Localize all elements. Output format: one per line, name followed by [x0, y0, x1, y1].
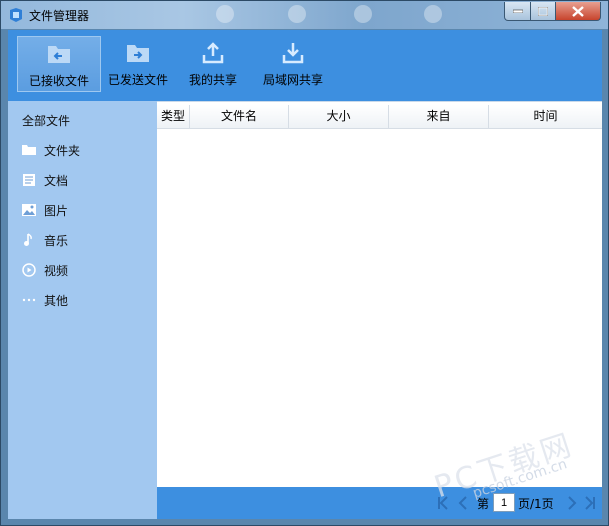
titlebar-decoration: [424, 5, 442, 23]
document-icon: [23, 174, 35, 186]
folder-icon: [22, 145, 36, 155]
close-icon: [572, 5, 584, 17]
titlebar-decoration: [288, 5, 306, 23]
titlebar-decoration: [216, 5, 234, 23]
sidebar-item-folders[interactable]: 文件夹: [22, 140, 80, 160]
maximize-icon: [538, 6, 548, 16]
my-share-button[interactable]: 我的共享: [183, 36, 243, 92]
sidebar-item-all-files[interactable]: 全部文件: [22, 110, 70, 130]
column-header-size[interactable]: 大小: [289, 105, 389, 128]
received-files-button[interactable]: 已接收文件: [17, 36, 101, 92]
download-lan-icon: [282, 43, 304, 64]
maximize-button[interactable]: [530, 2, 556, 21]
music-note-icon: [24, 233, 32, 246]
lan-share-label: 局域网共享: [262, 73, 323, 87]
sidebar-item-label: 文件夹: [44, 143, 81, 158]
sidebar-item-videos[interactable]: 视频: [22, 260, 68, 280]
sent-files-button[interactable]: 已发送文件: [100, 36, 176, 92]
sidebar-item-music[interactable]: 音乐: [22, 230, 68, 250]
column-header-from[interactable]: 来自: [389, 105, 489, 128]
sidebar-item-images[interactable]: 图片: [22, 200, 68, 220]
pager-suffix: 页/1页: [518, 497, 554, 511]
pager-bar: 第 页/1页: [157, 487, 602, 519]
next-page-icon[interactable]: [567, 496, 577, 510]
folder-send-icon: [127, 45, 149, 62]
last-page-icon[interactable]: [585, 496, 595, 510]
file-manager-window: 文件管理器 已接收文件 已发送文件 我的共享 局域网共享 全部文件 文件夹 文档…: [0, 0, 609, 526]
category-sidebar: 全部文件 文件夹 文档 图片 音乐 视频 其他: [8, 101, 157, 519]
column-header-type[interactable]: 类型: [157, 105, 190, 128]
folder-receive-icon: [48, 46, 70, 63]
title-bar[interactable]: 文件管理器: [1, 1, 608, 29]
table-header: 类型 文件名 大小 来自 时间: [157, 105, 602, 129]
close-button[interactable]: [555, 2, 601, 21]
page-number-input[interactable]: [493, 493, 515, 512]
sidebar-item-documents[interactable]: 文档: [22, 170, 68, 190]
received-files-label: 已接收文件: [28, 74, 89, 88]
sent-files-label: 已发送文件: [107, 73, 168, 87]
window-title: 文件管理器: [29, 9, 90, 23]
main-toolbar: 已接收文件 已发送文件 我的共享 局域网共享: [8, 30, 602, 101]
sidebar-item-label: 文档: [44, 173, 69, 188]
sidebar-item-label: 视频: [44, 263, 69, 278]
titlebar-decoration: [354, 5, 372, 23]
minimize-icon: [512, 9, 523, 13]
ellipsis-icon: [22, 298, 36, 302]
sidebar-item-other[interactable]: 其他: [22, 290, 68, 310]
my-share-label: 我的共享: [188, 73, 237, 87]
column-header-time[interactable]: 时间: [489, 105, 602, 128]
sidebar-item-label: 音乐: [44, 233, 69, 248]
column-header-filename[interactable]: 文件名: [190, 105, 289, 128]
sidebar-item-label: 其他: [44, 293, 69, 308]
sidebar-item-label: 全部文件: [22, 113, 71, 128]
image-icon: [22, 204, 36, 216]
minimize-button[interactable]: [504, 2, 531, 21]
sidebar-item-label: 图片: [44, 203, 69, 218]
app-logo-icon: [10, 8, 22, 22]
video-play-icon: [22, 263, 36, 277]
lan-share-button[interactable]: 局域网共享: [257, 36, 329, 92]
upload-share-icon: [202, 42, 224, 64]
